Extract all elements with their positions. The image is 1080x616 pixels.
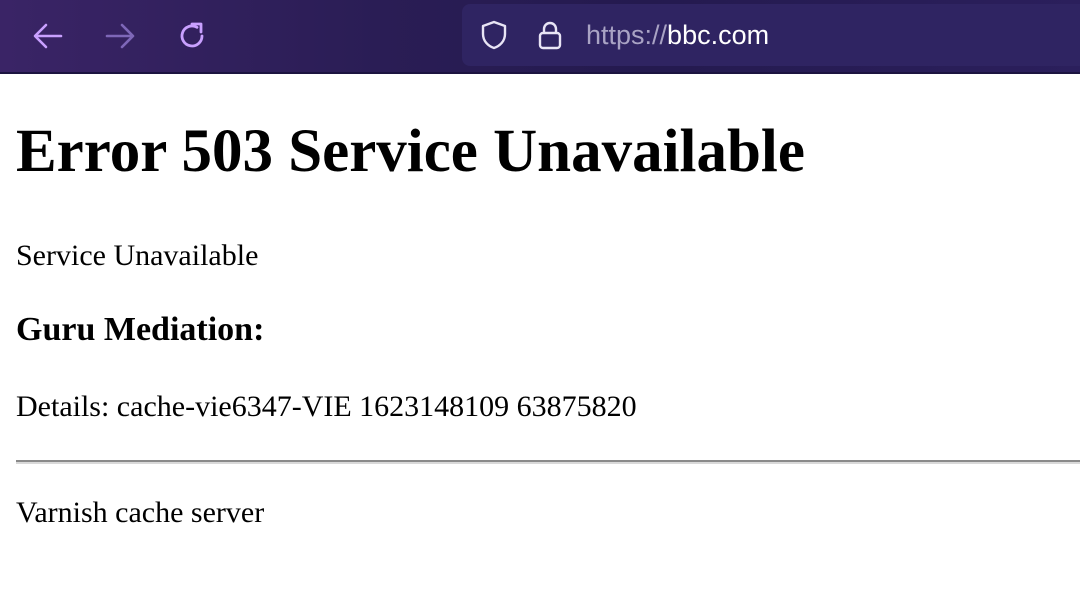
error-heading: Error 503 Service Unavailable xyxy=(16,118,805,185)
url-scheme: https:// xyxy=(586,20,668,50)
divider xyxy=(16,460,1080,464)
reload-icon xyxy=(180,22,204,48)
error-message: Service Unavailable xyxy=(16,239,259,272)
forward-button[interactable] xyxy=(98,14,142,58)
lock-icon[interactable] xyxy=(534,19,566,51)
back-button[interactable] xyxy=(26,14,70,58)
address-bar[interactable]: https://bbc.com xyxy=(462,4,1080,66)
guru-mediation-heading: Guru Mediation: xyxy=(16,311,265,348)
forward-arrow-icon xyxy=(105,23,135,49)
server-footer: Varnish cache server xyxy=(16,496,265,529)
url-text[interactable]: https://bbc.com xyxy=(586,18,769,52)
browser-toolbar: https://bbc.com xyxy=(0,0,1080,74)
shield-icon[interactable] xyxy=(478,19,510,51)
back-arrow-icon xyxy=(33,23,63,49)
reload-button[interactable] xyxy=(170,14,214,58)
error-details: Details: cache-vie6347-VIE 1623148109 63… xyxy=(16,390,637,423)
url-host: bbc.com xyxy=(667,20,770,50)
